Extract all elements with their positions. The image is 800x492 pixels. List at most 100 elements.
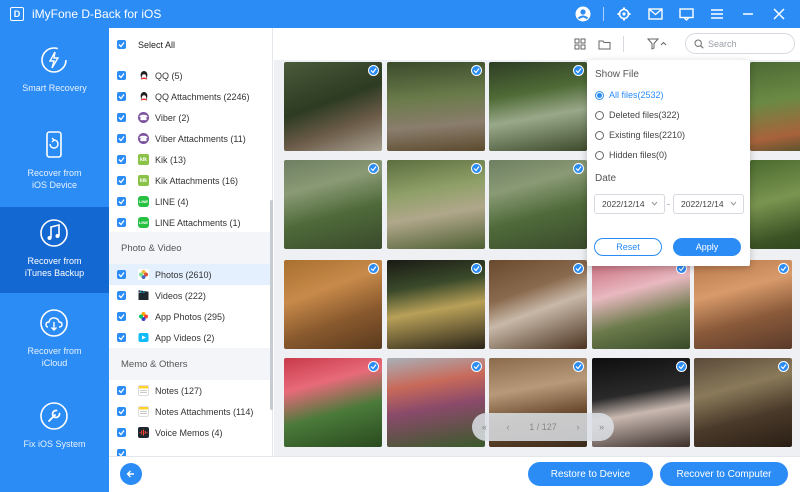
- item-checkbox[interactable]: [117, 428, 126, 437]
- list-item[interactable]: Videos (222): [109, 285, 271, 306]
- photo-thumbnail[interactable]: [387, 160, 485, 249]
- filter-icon[interactable]: [646, 36, 668, 52]
- date-from-select[interactable]: 2022/12/14: [594, 194, 665, 214]
- date-to-select[interactable]: 2022/12/14: [673, 194, 744, 214]
- selected-check-icon[interactable]: [368, 65, 379, 76]
- photo-thumbnail[interactable]: [489, 62, 587, 151]
- radio-button[interactable]: [595, 130, 604, 140]
- prev-page-button[interactable]: ‹: [507, 422, 510, 432]
- selected-check-icon[interactable]: [676, 361, 687, 372]
- list-item[interactable]: QQ Attachments (2246): [109, 86, 271, 107]
- list-item[interactable]: Voice Memos (4): [109, 422, 271, 443]
- list-item[interactable]: ☎ Viber Attachments (11): [109, 128, 271, 149]
- item-checkbox[interactable]: [117, 176, 126, 185]
- selected-check-icon[interactable]: [573, 263, 584, 274]
- last-page-button[interactable]: »: [599, 422, 604, 432]
- item-checkbox[interactable]: [117, 449, 126, 456]
- back-button[interactable]: [120, 463, 142, 485]
- photo-thumbnail[interactable]: [592, 260, 690, 349]
- category-scrollbar[interactable]: [270, 200, 273, 410]
- selected-check-icon[interactable]: [368, 163, 379, 174]
- selected-check-icon[interactable]: [471, 163, 482, 174]
- list-item[interactable]: ☎ Viber (2): [109, 107, 271, 128]
- selected-check-icon[interactable]: [471, 65, 482, 76]
- recover-to-computer-button[interactable]: Recover to Computer: [660, 462, 788, 486]
- selected-check-icon[interactable]: [368, 361, 379, 372]
- mail-icon[interactable]: [644, 3, 666, 25]
- list-item[interactable]: App Photos (295): [109, 306, 271, 327]
- radio-button[interactable]: [595, 110, 604, 120]
- photo-thumbnail[interactable]: [489, 160, 587, 249]
- photo-thumbnail[interactable]: [387, 358, 485, 447]
- photo-thumbnail[interactable]: [284, 260, 382, 349]
- item-checkbox[interactable]: [117, 92, 126, 101]
- selected-check-icon[interactable]: [368, 263, 379, 274]
- select-all-row[interactable]: Select All: [109, 34, 271, 55]
- apply-button[interactable]: Apply: [673, 238, 741, 256]
- list-item[interactable]: kik Kik Attachments (16): [109, 170, 271, 191]
- item-checkbox[interactable]: [117, 407, 126, 416]
- item-checkbox[interactable]: [117, 134, 126, 143]
- list-item[interactable]: Notes Attachments (114): [109, 401, 271, 422]
- list-item[interactable]: Notes (127): [109, 380, 271, 401]
- item-checkbox[interactable]: [117, 386, 126, 395]
- filter-option-existing[interactable]: Existing files(2210): [595, 128, 685, 142]
- next-page-button[interactable]: ›: [576, 422, 579, 432]
- item-checkbox[interactable]: [117, 197, 126, 206]
- selected-check-icon[interactable]: [573, 163, 584, 174]
- filter-option-deleted[interactable]: Deleted files(322): [595, 108, 680, 122]
- list-item-partial[interactable]: [109, 443, 271, 456]
- photo-thumbnail[interactable]: [694, 260, 792, 349]
- radio-button[interactable]: [595, 90, 604, 100]
- selected-check-icon[interactable]: [471, 263, 482, 274]
- folder-view-icon[interactable]: [596, 36, 612, 52]
- nav-recover-itunes-backup[interactable]: Recover from iTunes Backup: [0, 207, 109, 293]
- restore-to-device-button[interactable]: Restore to Device: [528, 462, 653, 486]
- item-checkbox[interactable]: [117, 218, 126, 227]
- list-item[interactable]: LINE LINE Attachments (1): [109, 212, 271, 233]
- list-item[interactable]: kik Kik (13): [109, 149, 271, 170]
- nav-smart-recovery[interactable]: Smart Recovery: [0, 34, 109, 120]
- account-icon[interactable]: [572, 3, 594, 25]
- nav-recover-icloud[interactable]: Recover from iCloud: [0, 297, 109, 383]
- photo-thumbnail[interactable]: [750, 62, 800, 151]
- photo-thumbnail[interactable]: [284, 160, 382, 249]
- grid-view-icon[interactable]: [572, 36, 588, 52]
- first-page-button[interactable]: «: [482, 422, 487, 432]
- list-item[interactable]: LINE LINE (4): [109, 191, 271, 212]
- select-all-checkbox[interactable]: [117, 40, 126, 49]
- filter-option-hidden[interactable]: Hidden files(0): [595, 148, 667, 162]
- photo-thumbnail[interactable]: [694, 358, 792, 447]
- item-checkbox[interactable]: [117, 71, 126, 80]
- item-checkbox[interactable]: [117, 312, 126, 321]
- list-item[interactable]: QQ (5): [109, 65, 271, 86]
- photo-thumbnail[interactable]: [387, 260, 485, 349]
- filter-option-all[interactable]: All files(2532): [595, 88, 664, 102]
- gear-icon[interactable]: [613, 3, 635, 25]
- item-checkbox[interactable]: [117, 113, 126, 122]
- item-checkbox[interactable]: [117, 155, 126, 164]
- close-icon[interactable]: [768, 3, 790, 25]
- radio-button[interactable]: [595, 150, 604, 160]
- search-input[interactable]: [708, 38, 788, 49]
- reset-button[interactable]: Reset: [594, 238, 662, 256]
- photo-thumbnail[interactable]: [284, 358, 382, 447]
- list-item[interactable]: Photos (2610): [109, 264, 271, 285]
- photo-thumbnail[interactable]: [387, 62, 485, 151]
- nav-recover-ios-device[interactable]: Recover from iOS Device: [0, 119, 109, 205]
- feedback-icon[interactable]: [675, 3, 697, 25]
- selected-check-icon[interactable]: [778, 361, 789, 372]
- item-checkbox[interactable]: [117, 333, 126, 342]
- selected-check-icon[interactable]: [573, 65, 584, 76]
- item-checkbox[interactable]: [117, 291, 126, 300]
- photo-thumbnail[interactable]: [750, 160, 800, 249]
- selected-check-icon[interactable]: [471, 361, 482, 372]
- minimize-icon[interactable]: [737, 3, 759, 25]
- list-item[interactable]: App Videos (2): [109, 327, 271, 348]
- item-checkbox[interactable]: [117, 270, 126, 279]
- nav-fix-ios-system[interactable]: Fix iOS System: [0, 390, 109, 476]
- selected-check-icon[interactable]: [573, 361, 584, 372]
- menu-icon[interactable]: [706, 3, 728, 25]
- photo-thumbnail[interactable]: [284, 62, 382, 151]
- photo-thumbnail[interactable]: [489, 260, 587, 349]
